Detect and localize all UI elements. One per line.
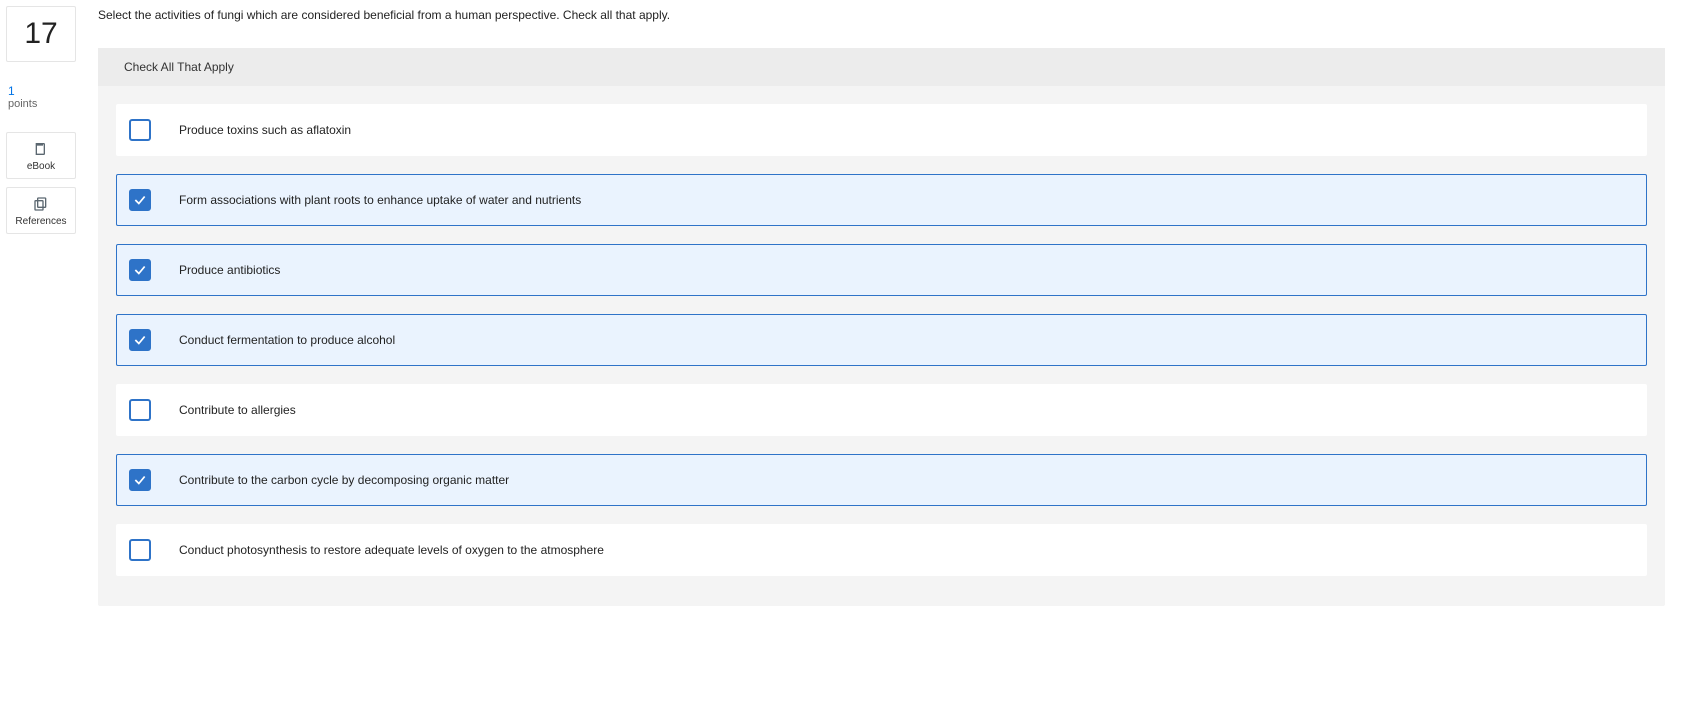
checkbox[interactable] xyxy=(129,329,151,351)
checkbox[interactable] xyxy=(129,259,151,281)
points-value: 1 xyxy=(8,84,76,98)
question-text: Select the activities of fungi which are… xyxy=(98,8,1665,22)
option-row[interactable]: Produce antibiotics xyxy=(116,244,1647,296)
checkbox[interactable] xyxy=(129,119,151,141)
ebook-button[interactable]: eBook xyxy=(6,132,76,179)
question-number: 17 xyxy=(24,17,57,51)
points-block: 1 points xyxy=(8,84,76,112)
option-label: Conduct photosynthesis to restore adequa… xyxy=(179,543,604,557)
option-label: Contribute to the carbon cycle by decomp… xyxy=(179,473,509,487)
checkbox[interactable] xyxy=(129,539,151,561)
option-label: Conduct fermentation to produce alcohol xyxy=(179,333,395,347)
option-row[interactable]: Conduct photosynthesis to restore adequa… xyxy=(116,524,1647,576)
sidebar: 17 1 points eBook References xyxy=(6,6,76,242)
options-list: Produce toxins such as aflatoxin Form ass… xyxy=(98,86,1665,576)
option-row[interactable]: Form associations with plant roots to en… xyxy=(116,174,1647,226)
copy-icon xyxy=(33,196,49,212)
option-label: Produce antibiotics xyxy=(179,263,280,277)
ebook-label: eBook xyxy=(27,161,55,172)
panel-header: Check All That Apply xyxy=(98,48,1665,86)
option-row[interactable]: Conduct fermentation to produce alcohol xyxy=(116,314,1647,366)
option-row[interactable]: Produce toxins such as aflatoxin xyxy=(116,104,1647,156)
checkbox[interactable] xyxy=(129,469,151,491)
question-page: 17 1 points eBook References Select the … xyxy=(0,0,1695,626)
options-panel: Check All That Apply Produce toxins such… xyxy=(98,48,1665,606)
points-label: points xyxy=(8,98,76,111)
references-button[interactable]: References xyxy=(6,187,76,234)
option-row[interactable]: Contribute to allergies xyxy=(116,384,1647,436)
checkbox[interactable] xyxy=(129,189,151,211)
option-label: Form associations with plant roots to en… xyxy=(179,193,581,207)
option-label: Contribute to allergies xyxy=(179,403,296,417)
question-number-card: 17 xyxy=(6,6,76,62)
option-label: Produce toxins such as aflatoxin xyxy=(179,123,351,137)
checkbox[interactable] xyxy=(129,399,151,421)
question-main: Select the activities of fungi which are… xyxy=(76,6,1685,606)
book-icon xyxy=(33,141,49,157)
option-row[interactable]: Contribute to the carbon cycle by decomp… xyxy=(116,454,1647,506)
references-label: References xyxy=(15,216,66,227)
